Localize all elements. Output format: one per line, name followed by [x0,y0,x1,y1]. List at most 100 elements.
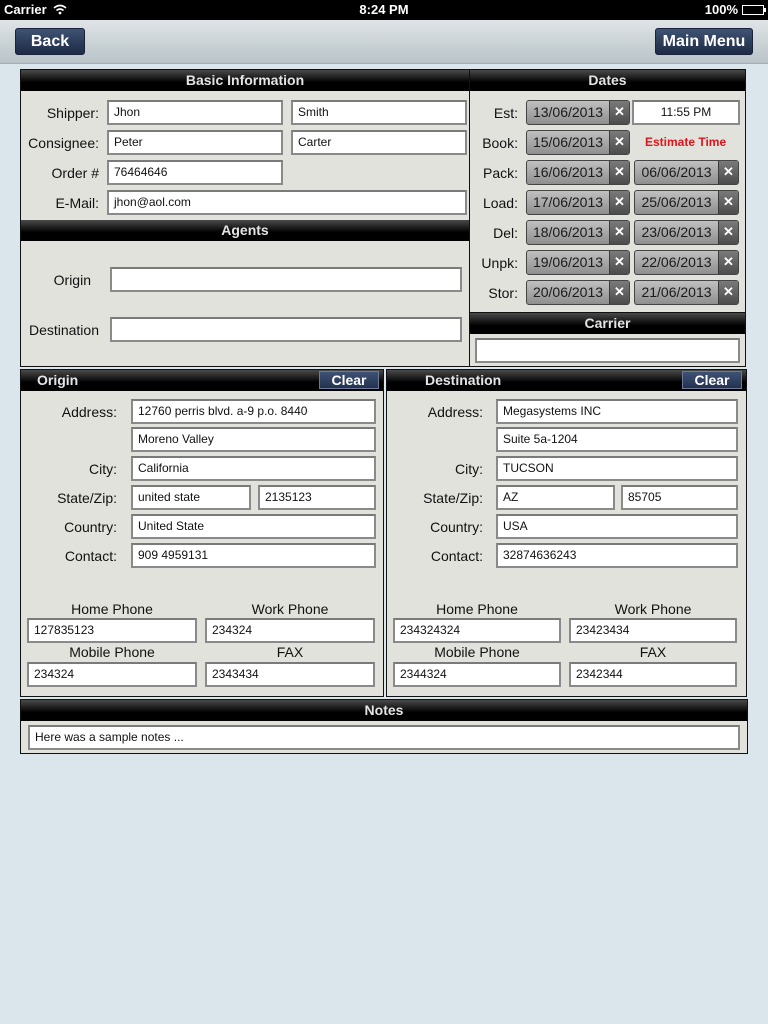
clear-date-icon[interactable]: ✕ [609,161,629,184]
battery-indicator: 100% [705,2,766,17]
origin-contact-label: Contact: [64,548,117,564]
destination-address-line2-input[interactable]: Suite 5a-1204 [496,427,738,452]
pack-to-date-value: 06/06/2013 [641,164,712,180]
agent-origin-label: Origin [53,272,91,288]
destination-fax-label: FAX [639,644,667,660]
stor-from-date-button[interactable]: 20/06/2013 ✕ [526,280,630,305]
destination-contact-input[interactable]: 32874636243 [496,543,738,568]
origin-header: Origin Clear [21,370,383,391]
order-number-input[interactable]: 76464646 [107,160,283,185]
origin-city-label: City: [89,461,117,477]
book-label: Book: [482,135,518,151]
email-input[interactable]: jhon@aol.com [107,190,467,215]
consignee-label: Consignee: [28,135,99,151]
origin-clear-button[interactable]: Clear [319,371,379,389]
origin-state-input[interactable]: united state [131,485,251,510]
destination-address-line1-input[interactable]: Megasystems INC [496,399,738,424]
load-to-date-button[interactable]: 25/06/2013 ✕ [634,190,739,215]
del-label: Del: [493,225,518,241]
notes-input[interactable]: Here was a sample notes ... [28,725,740,750]
clear-date-icon[interactable]: ✕ [718,161,738,184]
clear-date-icon[interactable]: ✕ [609,191,629,214]
origin-work-phone-input[interactable]: 234324 [205,618,375,643]
destination-zip-input[interactable]: 85705 [621,485,738,510]
agents-header: Agents [21,220,469,241]
destination-city-label: City: [455,461,483,477]
del-from-date-value: 18/06/2013 [532,224,604,240]
destination-mobile-phone-input[interactable]: 2344324 [393,662,561,687]
agent-destination-input[interactable] [110,317,462,342]
origin-state-zip-label: State/Zip: [57,490,117,506]
book-date-button[interactable]: 15/06/2013 ✕ [526,130,630,155]
clear-date-icon[interactable]: ✕ [609,251,629,274]
clear-date-icon[interactable]: ✕ [718,221,738,244]
agent-destination-label: Destination [28,322,99,338]
pack-from-date-button[interactable]: 16/06/2013 ✕ [526,160,630,185]
clear-date-icon[interactable]: ✕ [718,251,738,274]
destination-state-zip-label: State/Zip: [423,490,483,506]
email-label: E-Mail: [55,195,99,211]
basic-information-panel: Basic Information Shipper: Jhon Smith Co… [20,69,470,367]
estimate-time-label: Estimate Time [645,135,727,149]
destination-contact-label: Contact: [430,548,483,564]
back-button[interactable]: Back [15,28,85,55]
est-date-button[interactable]: 13/06/2013 ✕ [526,100,630,125]
clear-date-icon[interactable]: ✕ [718,281,738,304]
destination-country-input[interactable]: USA [496,514,738,539]
stor-label: Stor: [488,285,518,301]
origin-mobile-phone-input[interactable]: 234324 [27,662,197,687]
del-from-date-button[interactable]: 18/06/2013 ✕ [526,220,630,245]
consignee-first-name-input[interactable]: Peter [107,130,283,155]
stor-to-date-button[interactable]: 21/06/2013 ✕ [634,280,739,305]
clear-date-icon[interactable]: ✕ [609,221,629,244]
origin-country-label: Country: [64,519,117,535]
origin-fax-input[interactable]: 2343434 [205,662,375,687]
origin-country-input[interactable]: United State [131,514,376,539]
clear-date-icon[interactable]: ✕ [609,101,629,124]
unpk-to-date-button[interactable]: 22/06/2013 ✕ [634,250,739,275]
origin-home-phone-input[interactable]: 127835123 [27,618,197,643]
est-date-value: 13/06/2013 [532,104,604,120]
destination-home-phone-label: Home Phone [436,601,518,617]
clear-date-icon[interactable]: ✕ [609,281,629,304]
destination-state-input[interactable]: AZ [496,485,615,510]
destination-clear-button[interactable]: Clear [682,371,742,389]
load-from-date-button[interactable]: 17/06/2013 ✕ [526,190,630,215]
clear-date-icon[interactable]: ✕ [718,191,738,214]
origin-address-line2-input[interactable]: Moreno Valley [131,427,376,452]
destination-city-input[interactable]: TUCSON [496,456,738,481]
destination-home-phone-input[interactable]: 234324324 [393,618,561,643]
origin-zip-input[interactable]: 2135123 [258,485,376,510]
notes-panel: Notes Here was a sample notes ... [20,699,748,754]
clear-date-icon[interactable]: ✕ [609,131,629,154]
pack-label: Pack: [482,165,518,181]
origin-address-line1-input[interactable]: 12760 perris blvd. a-9 p.o. 8440 [131,399,376,424]
pack-to-date-button[interactable]: 06/06/2013 ✕ [634,160,739,185]
unpk-to-date-value: 22/06/2013 [641,254,712,270]
agent-origin-input[interactable] [110,267,462,292]
load-to-date-value: 25/06/2013 [641,194,712,210]
consignee-last-name-input[interactable]: Carter [291,130,467,155]
origin-work-phone-label: Work Phone [251,601,329,617]
del-to-date-button[interactable]: 23/06/2013 ✕ [634,220,739,245]
main-menu-button[interactable]: Main Menu [655,28,753,55]
destination-address-panel: Destination Clear Address: Megasystems I… [386,369,747,697]
book-date-value: 15/06/2013 [532,134,604,150]
origin-title: Origin [37,372,79,388]
destination-work-phone-input[interactable]: 23423434 [569,618,737,643]
est-time-input[interactable]: 11:55 PM [632,100,740,125]
origin-city-input[interactable]: California [131,456,376,481]
navigation-bar: Back Main Menu [0,20,768,64]
basic-information-header: Basic Information [21,70,469,91]
est-label: Est: [493,105,518,121]
shipper-last-name-input[interactable]: Smith [291,100,467,125]
unpk-label: Unpk: [481,255,518,271]
origin-contact-input[interactable]: 909 4959131 [131,543,376,568]
dates-panel: Dates Est: 13/06/2013 ✕ 11:55 PM Book: 1… [469,69,746,314]
carrier-input[interactable] [475,338,740,363]
unpk-from-date-button[interactable]: 19/06/2013 ✕ [526,250,630,275]
destination-fax-input[interactable]: 2342344 [569,662,737,687]
shipper-first-name-input[interactable]: Jhon [107,100,283,125]
clock: 8:24 PM [359,2,409,17]
destination-header: Destination Clear [387,370,746,391]
